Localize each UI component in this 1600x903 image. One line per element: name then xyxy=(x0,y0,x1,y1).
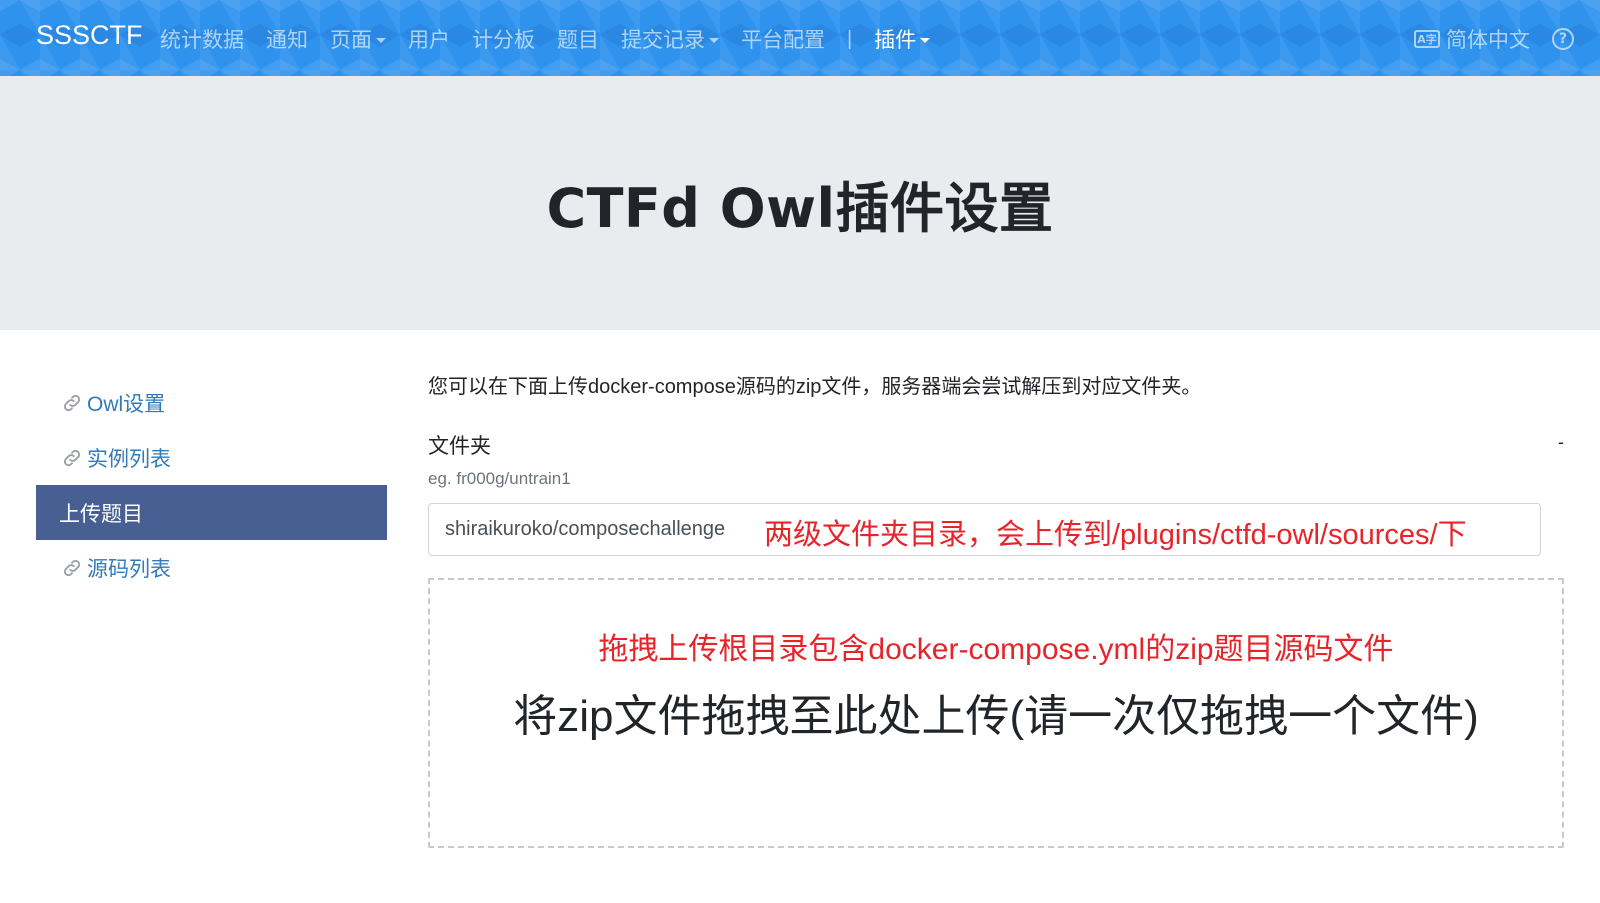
zip-dropzone[interactable]: 拖拽上传根目录包含docker-compose.yml的zip题目源码文件 将z… xyxy=(428,578,1564,848)
sidebar-item-label: 上传题目 xyxy=(59,502,143,526)
nav-item-label: 提交记录 xyxy=(621,29,705,52)
nav-item-label: 页面 xyxy=(330,29,372,52)
top-navbar: SSSCTF 统计数据 通知 页面 用户 计分板 题目 提交记录 平台配置 | xyxy=(0,0,1600,76)
sidebar-item-label: 源码列表 xyxy=(87,557,171,581)
folder-input[interactable] xyxy=(428,503,1541,556)
page-title: CTFd Owl插件设置 xyxy=(546,176,1054,240)
nav-separator: | xyxy=(847,27,853,50)
nav-right: A字 简体中文 ? xyxy=(1414,22,1574,56)
sidebar-item-label: 实例列表 xyxy=(87,447,171,471)
dropzone-message: 将zip文件拖拽至此处上传(请一次仅拖拽一个文件) xyxy=(513,692,1479,741)
nav-links: 统计数据 通知 页面 用户 计分板 题目 提交记录 平台配置 | 插件 xyxy=(160,22,952,56)
dropzone-annotation: 拖拽上传根目录包含docker-compose.yml的zip题目源码文件 xyxy=(598,633,1394,666)
nav-item-label: 题目 xyxy=(557,29,599,52)
brand-link[interactable]: SSSCTF xyxy=(36,20,143,51)
nav-item-users[interactable]: 用户 xyxy=(408,24,450,54)
nav-item-statistics[interactable]: 统计数据 xyxy=(160,24,244,54)
sidebar-item-sources[interactable]: 源码列表 xyxy=(36,540,387,595)
help-icon[interactable]: ? xyxy=(1552,28,1574,50)
nav-item-label: 平台配置 xyxy=(741,29,825,52)
link-icon xyxy=(63,394,81,411)
caret-down-icon xyxy=(709,37,719,43)
link-icon xyxy=(63,559,81,576)
intro-text: 您可以在下面上传docker-compose源码的zip文件，服务器端会尝试解压… xyxy=(428,376,1202,398)
sidebar-item-instances[interactable]: 实例列表 xyxy=(36,430,387,485)
nav-item-notifications[interactable]: 通知 xyxy=(266,24,308,54)
language-label: 简体中文 xyxy=(1446,29,1530,52)
folder-hint: eg. fr000g/untrain1 xyxy=(428,469,571,488)
folder-input-wrap: 两级文件夹目录，会上传到/plugins/ctfd-owl/sources/下 xyxy=(428,503,1541,556)
language-selector[interactable]: A字 简体中文 xyxy=(1414,24,1530,54)
sidebar-item-label: Owl设置 xyxy=(87,392,166,416)
nav-item-label: 统计数据 xyxy=(160,29,244,52)
nav-item-config[interactable]: 平台配置 xyxy=(741,24,825,54)
folder-label: 文件夹 xyxy=(428,435,491,458)
nav-item-plugins-dropdown[interactable]: 插件 xyxy=(874,24,931,54)
sidebar-item-upload-challenge[interactable]: 上传题目 xyxy=(36,485,387,540)
page-header: CTFd Owl插件设置 xyxy=(0,76,1600,330)
nav-item-submissions-dropdown[interactable]: 提交记录 xyxy=(621,24,719,54)
nav-item-label: 计分板 xyxy=(472,29,535,52)
caret-down-icon xyxy=(376,37,386,43)
folder-dash: - xyxy=(1558,432,1564,452)
nav-item-challenges[interactable]: 题目 xyxy=(557,24,599,54)
language-icon: A字 xyxy=(1414,30,1440,48)
nav-item-label: 插件 xyxy=(874,29,917,52)
link-icon xyxy=(63,449,81,466)
sidebar-item-owl-settings[interactable]: Owl设置 xyxy=(36,375,387,430)
nav-item-pages-dropdown[interactable]: 页面 xyxy=(330,24,386,54)
caret-down-icon xyxy=(920,37,931,43)
folder-label-row: 文件夹 - xyxy=(428,432,1564,462)
sidebar: Owl设置 实例列表 上传题目 源码列表 xyxy=(36,375,387,595)
nav-item-label: 用户 xyxy=(408,29,450,52)
main-content: 您可以在下面上传docker-compose源码的zip文件，服务器端会尝试解压… xyxy=(428,372,1564,848)
nav-item-label: 通知 xyxy=(266,29,308,52)
nav-item-scoreboard[interactable]: 计分板 xyxy=(472,24,535,54)
